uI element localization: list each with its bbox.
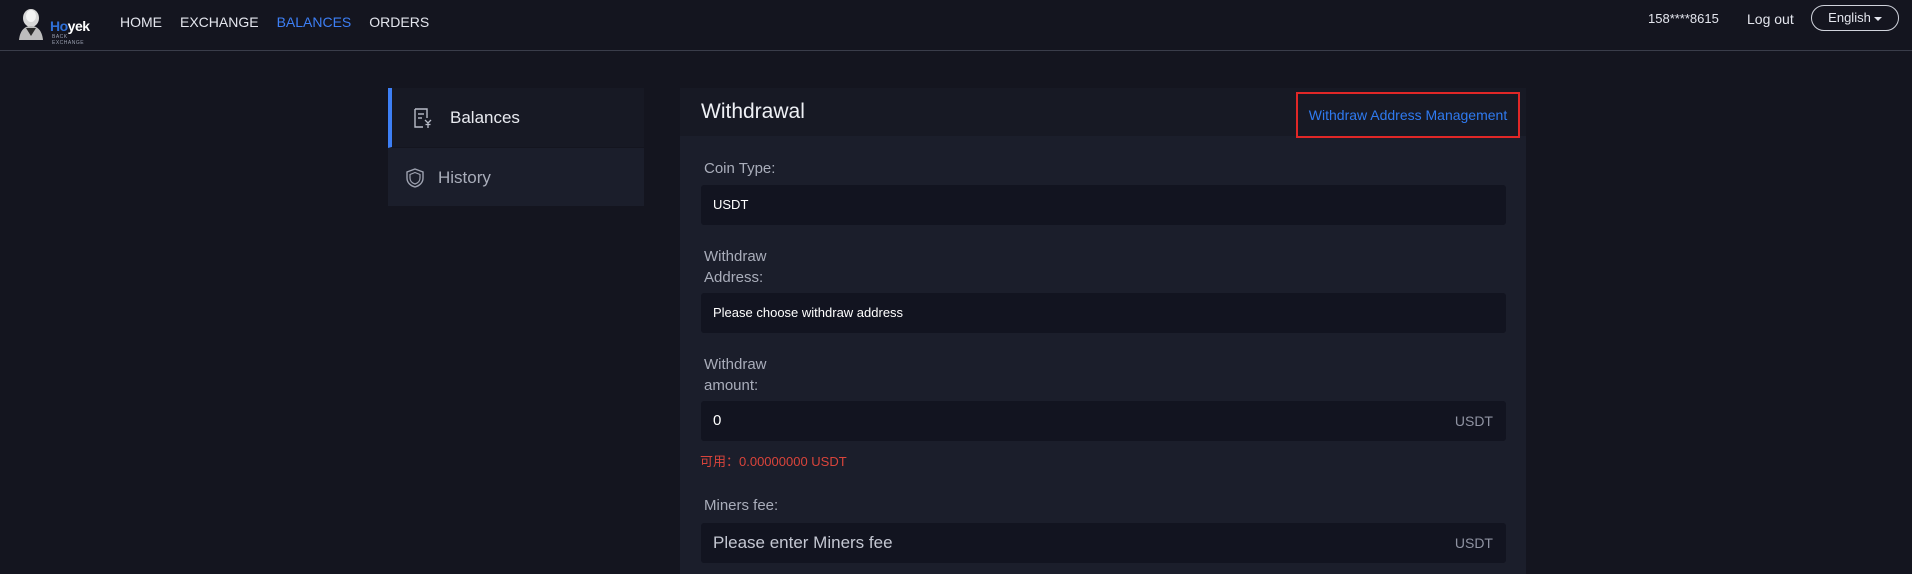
page-title: Withdrawal xyxy=(701,100,805,123)
sidebar-item-balances[interactable]: Balances xyxy=(388,88,644,148)
withdraw-amount-input[interactable]: 0 USDT xyxy=(701,401,1506,441)
withdrawal-panel: Withdrawal Withdraw Address Management C… xyxy=(680,88,1526,574)
miners-fee-label: Miners fee: xyxy=(704,497,779,514)
logo[interactable]: Hoyek BACK EXCHANGE xyxy=(14,6,98,46)
withdraw-address-select[interactable]: Please choose withdraw address xyxy=(701,293,1506,333)
miners-fee-placeholder: Please enter Miners fee xyxy=(713,533,893,552)
nav-orders[interactable]: ORDERS xyxy=(369,14,429,30)
withdraw-amount-label-line1: Withdraw xyxy=(704,356,767,373)
withdraw-address-label-line1: Withdraw xyxy=(704,248,767,265)
withdraw-amount-value: 0 xyxy=(713,412,722,429)
withdraw-address-value: Please choose withdraw address xyxy=(713,305,904,320)
nav-exchange[interactable]: EXCHANGE xyxy=(180,14,259,30)
balance-doc-icon xyxy=(414,108,432,128)
user-phone[interactable]: 158****8615 xyxy=(1648,11,1719,26)
withdraw-amount-unit: USDT xyxy=(1454,413,1493,429)
panel-header: Withdrawal Withdraw Address Management xyxy=(680,88,1526,138)
sidebar-item-label: History xyxy=(438,168,491,187)
sidebar-item-label: Balances xyxy=(450,108,520,127)
withdraw-address-management-link[interactable]: Withdraw Address Management xyxy=(1296,92,1520,138)
withdraw-address-label: Withdraw Address: xyxy=(704,246,767,288)
top-navbar: Hoyek BACK EXCHANGE HOME EXCHANGE BALANC… xyxy=(0,0,1912,51)
logo-brand: Hoyek xyxy=(50,18,90,34)
nav-balances[interactable]: BALANCES xyxy=(277,14,352,30)
miners-fee-input[interactable]: Please enter Miners fee USDT xyxy=(701,523,1506,563)
sidebar-item-history[interactable]: History xyxy=(388,148,644,207)
language-dropdown[interactable]: English xyxy=(1811,5,1899,31)
withdraw-amount-label-line2: amount: xyxy=(704,377,759,394)
sidebar: Balances History xyxy=(388,88,644,207)
withdraw-address-label-line2: Address: xyxy=(704,269,764,286)
coin-type-select[interactable]: USDT xyxy=(701,185,1506,225)
coin-type-label: Coin Type: xyxy=(704,160,776,177)
shield-icon xyxy=(406,168,424,188)
nav-home[interactable]: HOME xyxy=(120,14,162,30)
logo-portrait-icon xyxy=(14,6,48,40)
logout-link[interactable]: Log out xyxy=(1747,11,1794,27)
coin-type-value: USDT xyxy=(713,197,749,212)
caret-down-icon xyxy=(1873,16,1882,21)
main-nav: HOME EXCHANGE BALANCES ORDERS xyxy=(120,14,447,30)
available-balance: 可用：0.00000000 USDT xyxy=(700,454,847,469)
logo-subtitle: BACK EXCHANGE xyxy=(52,34,85,46)
miners-fee-unit: USDT xyxy=(1454,535,1493,551)
language-label: English xyxy=(1828,10,1871,25)
withdraw-amount-label: Withdraw amount: xyxy=(704,354,767,396)
